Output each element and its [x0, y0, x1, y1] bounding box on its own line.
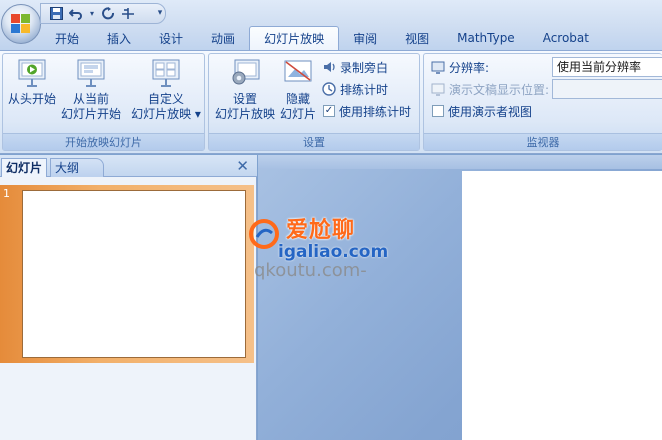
- slide-thumbnail-image[interactable]: [22, 190, 246, 358]
- record-narration-icon: [322, 60, 336, 74]
- rehearse-timings-button[interactable]: 排练计时: [322, 80, 388, 98]
- group-monitors: 分辨率: 使用当前分辨率 演示文稿显示位置: 使用演示者视图 监视器: [423, 53, 662, 151]
- slide-thumbnail-selected[interactable]: 1: [0, 185, 254, 363]
- from-current-slide-button[interactable]: 从当前 幻灯片开始: [59, 58, 123, 122]
- resolution-icon: [431, 60, 445, 74]
- group-label-setup: 设置: [209, 133, 419, 150]
- from-current-label-2: 幻灯片开始: [60, 107, 121, 121]
- title-bar: ▾ ▾ 开始 插入 设计 动画 幻灯片放映 审阅 视图 MathType Acr…: [0, 0, 662, 50]
- custom-slide-show-icon: [150, 58, 182, 88]
- tab-slides[interactable]: 幻灯片: [1, 158, 48, 177]
- redo-icon[interactable]: [101, 7, 115, 21]
- save-icon[interactable]: [49, 7, 63, 21]
- slides-list: 1: [0, 177, 256, 440]
- record-narration-button[interactable]: 录制旁白: [322, 58, 388, 76]
- group-label-monitors: 监视器: [424, 133, 662, 150]
- group-setup: 设置 幻灯片放映 隐藏 幻灯片 录制旁白 排练计时 ✓ 使用排练计时 设置: [208, 53, 420, 151]
- setup-slide-show-icon: [229, 58, 261, 88]
- setup-slide-show-button[interactable]: 设置 幻灯片放映: [211, 58, 279, 122]
- slides-pane: 幻灯片 大纲 ✕ 1: [0, 155, 257, 440]
- undo-dropdown-icon[interactable]: ▾: [89, 7, 95, 21]
- show-on-label: 演示文稿显示位置:: [449, 82, 550, 97]
- presenter-view-checkbox-row[interactable]: 使用演示者视图: [432, 102, 532, 120]
- from-current-label-1: 从当前: [72, 92, 109, 106]
- tab-review[interactable]: 审阅: [339, 26, 391, 50]
- tab-acrobat[interactable]: Acrobat: [529, 26, 603, 50]
- resolution-select[interactable]: 使用当前分辨率: [552, 57, 662, 77]
- custom-show-label-2: 幻灯片放映 ▾: [131, 107, 201, 121]
- resolution-label: 分辨率:: [449, 60, 490, 75]
- setup-show-label-2: 幻灯片放映: [214, 107, 275, 121]
- show-on-select[interactable]: [552, 79, 662, 99]
- tab-slide-show[interactable]: 幻灯片放映: [249, 26, 340, 50]
- use-timings-checkbox-row[interactable]: ✓ 使用排练计时: [323, 102, 411, 120]
- tab-insert[interactable]: 插入: [93, 26, 145, 50]
- ribbon-tabs: 开始 插入 设计 动画 幻灯片放映 审阅 视图 MathType Acrobat: [40, 26, 603, 50]
- custom-slide-show-button[interactable]: 自定义 幻灯片放映 ▾: [129, 58, 203, 122]
- quick-access-toolbar: ▾: [40, 3, 166, 24]
- customize-icon[interactable]: [121, 7, 135, 21]
- tab-view[interactable]: 视图: [391, 26, 443, 50]
- undo-icon[interactable]: [69, 7, 83, 21]
- show-on-label-row: 演示文稿显示位置:: [431, 80, 549, 98]
- group-start-slide-show: 从头开始 从当前 幻灯片开始 自定义 幻灯片放映 ▾ 开始放映幻灯片: [2, 53, 205, 151]
- close-icon[interactable]: ✕: [236, 157, 249, 175]
- slide-number: 1: [3, 187, 10, 200]
- group-label-start-show: 开始放映幻灯片: [3, 133, 204, 150]
- hide-slide-label-2: 幻灯片: [279, 107, 316, 121]
- from-beginning-button[interactable]: 从头开始: [5, 58, 59, 107]
- tab-design[interactable]: 设计: [145, 26, 197, 50]
- hide-slide-icon: [282, 58, 314, 88]
- office-logo-icon: [11, 14, 31, 34]
- tab-animations[interactable]: 动画: [197, 26, 249, 50]
- hide-slide-button[interactable]: 隐藏 幻灯片: [277, 58, 319, 122]
- slide-editing-area: [258, 155, 662, 440]
- office-button[interactable]: [1, 4, 41, 44]
- slide-canvas[interactable]: [462, 171, 662, 440]
- resolution-label-row: 分辨率:: [431, 58, 489, 76]
- use-timings-label: 使用排练计时: [339, 104, 412, 119]
- pane-tabs: 幻灯片 大纲 ✕: [0, 155, 257, 177]
- setup-show-label-1: 设置: [232, 92, 257, 106]
- from-beginning-label: 从头开始: [7, 92, 56, 106]
- presenter-view-label: 使用演示者视图: [448, 104, 533, 119]
- use-timings-checkbox[interactable]: ✓: [323, 105, 335, 117]
- rehearse-timings-icon: [322, 82, 336, 96]
- record-narration-label: 录制旁白: [340, 60, 389, 75]
- hide-slide-label-1: 隐藏: [285, 92, 310, 106]
- ribbon: 从头开始 从当前 幻灯片开始 自定义 幻灯片放映 ▾ 开始放映幻灯片 设置 幻灯…: [0, 50, 662, 154]
- tab-mathtype[interactable]: MathType: [443, 26, 529, 50]
- custom-show-label-1: 自定义: [147, 92, 184, 106]
- from-beginning-icon: [16, 58, 48, 88]
- show-on-icon: [431, 82, 445, 96]
- rehearse-timings-label: 排练计时: [340, 82, 389, 97]
- workspace-top-band: [258, 155, 662, 169]
- from-current-slide-icon: [75, 58, 107, 88]
- tab-home[interactable]: 开始: [40, 26, 93, 50]
- qat-more-dropdown[interactable]: ▾: [154, 4, 166, 22]
- tab-outline[interactable]: 大纲: [50, 158, 104, 177]
- presenter-view-checkbox[interactable]: [432, 105, 444, 117]
